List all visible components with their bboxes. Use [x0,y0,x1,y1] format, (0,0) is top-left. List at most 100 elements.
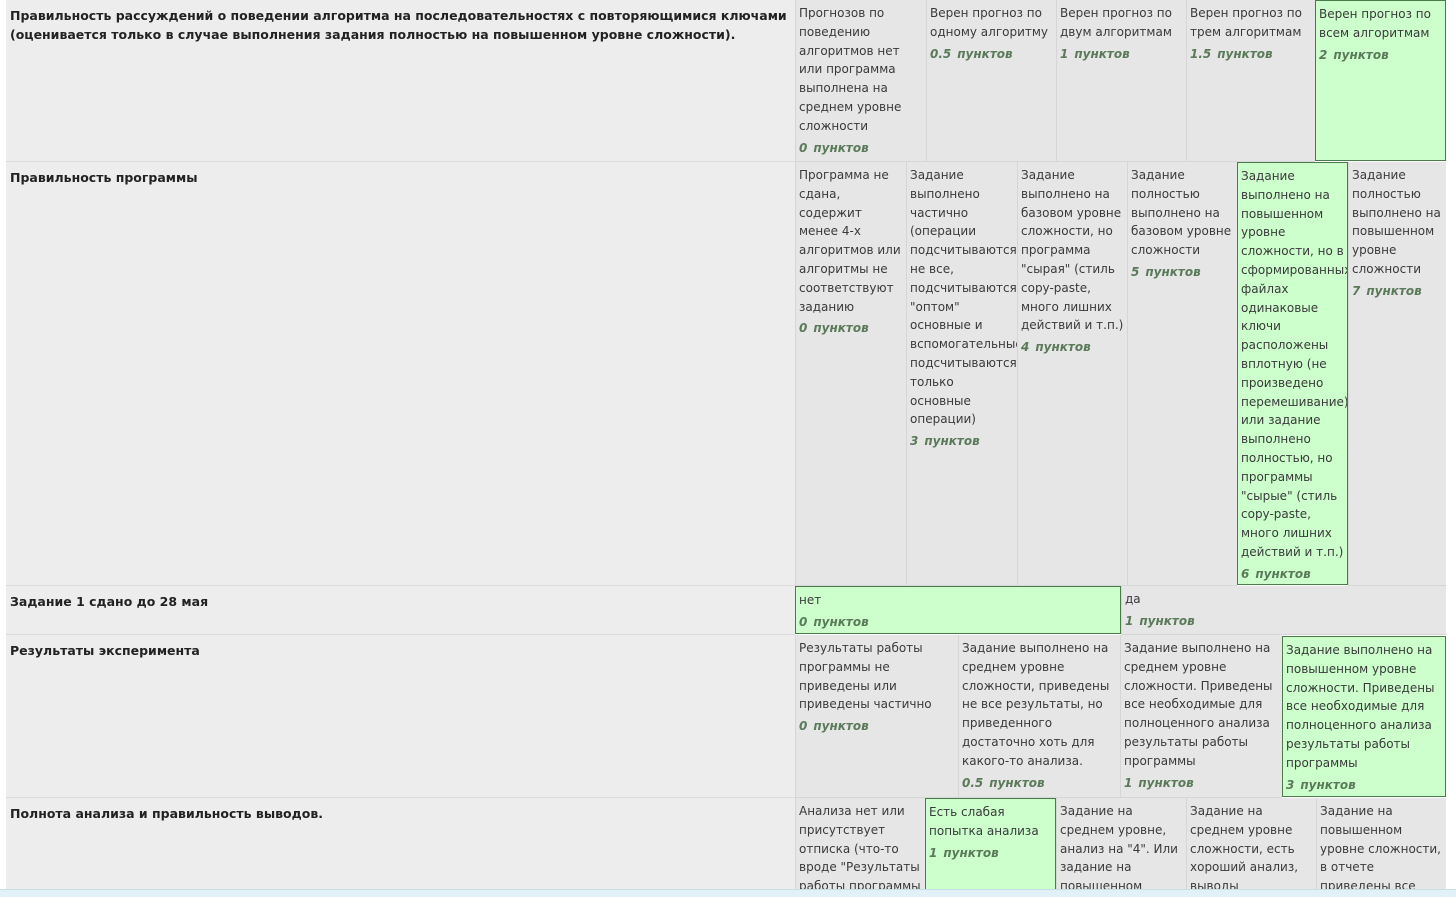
points-value: 1 [929,845,938,860]
level-points: 3 пунктов [910,432,1014,451]
level-points: 1 пунктов [1125,612,1443,631]
level-description: Задание выполнено на повышенном уровне с… [1241,169,1348,559]
criterion-experiment-results: Результаты эксперимента [6,635,795,798]
points-unit: пунктов [1255,566,1311,581]
level-description: Программа не сдана, содержит менее 4-х а… [799,168,901,314]
level-points: 0.5 пунктов [930,45,1053,64]
points-unit: пунктов [1074,46,1130,61]
points-value: 0.5 [930,46,952,61]
level-description: Задание выполнено на среднем уровне слож… [962,641,1110,768]
points-unit: пунктов [1139,613,1195,628]
level-points: 1 пунктов [1124,774,1279,793]
level-option[interactable]: Прогнозов по поведению алгоритмов нет ил… [795,0,926,162]
level-description: Задание на среднем уровне, анализ на "4"… [1060,804,1178,890]
points-value: 0 [799,140,808,155]
points-unit: пунктов [1366,283,1422,298]
points-value: 3 [1286,777,1295,792]
level-description: да [1125,592,1141,606]
level-option[interactable]: Задание выполнено на базовом уровне слож… [1017,162,1127,586]
points-unit: пунктов [943,845,999,860]
level-option[interactable]: да 1 пунктов [1121,586,1446,635]
level-option-selected[interactable]: Есть слабая попытка анализа 1 пунктов [925,798,1056,890]
points-value: 0.5 [962,775,984,790]
points-unit: пунктов [957,46,1013,61]
points-value: 3 [910,434,919,449]
level-description: нет [799,593,822,607]
points-value: 2 [1319,47,1328,62]
level-option[interactable]: Задание на повышенном уровне сложности, … [1316,798,1446,890]
points-value: 1.5 [1190,46,1212,61]
points-value: 7 [1352,283,1361,298]
level-option[interactable]: Задание выполнено на среднем уровне слож… [1120,635,1282,798]
level-option[interactable]: Программа не сдана, содержит менее 4-х а… [795,162,906,586]
level-points: 0 пунктов [799,139,923,158]
criterion-title: Задание 1 сдано до 28 мая [10,594,209,609]
level-points: 1 пунктов [929,844,1052,863]
level-option[interactable]: Задание выполнено частично (операции под… [906,162,1017,586]
points-value: 1 [1060,46,1069,61]
level-description: Верен прогноз по двум алгоритмам [1060,6,1172,39]
level-option[interactable]: Верен прогноз по двум алгоритмам 1 пункто… [1056,0,1186,162]
level-points: 1.5 пунктов [1190,45,1312,64]
level-option[interactable]: Задание полностью выполнено на повышенно… [1348,162,1446,586]
level-description: Задание полностью выполнено на базовом у… [1131,168,1232,258]
points-value: 1 [1125,613,1134,628]
level-description: Анализа нет или присутствует отписка (чт… [799,804,921,890]
points-unit: пунктов [989,775,1045,790]
level-description: Задание на повышенном уровне сложности, … [1320,804,1441,890]
criterion-title: Результаты эксперимента [10,643,200,658]
points-unit: пунктов [1217,46,1273,61]
level-option-selected[interactable]: Задание выполнено на повышенном уровне с… [1237,162,1348,585]
points-unit: пунктов [1035,340,1091,355]
level-option[interactable]: Задание полностью выполнено на базовом у… [1127,162,1237,586]
points-value: 6 [1241,566,1250,581]
points-unit: пунктов [813,719,869,734]
level-points: 0 пунктов [799,319,903,338]
level-description: Верен прогноз по трем алгоритмам [1190,6,1302,39]
points-unit: пунктов [813,140,869,155]
level-points: 6 пунктов [1241,565,1344,584]
level-description: Задание полностью выполнено на повышенно… [1352,168,1441,276]
criterion-title: Правильность рассуждений о поведении алг… [10,8,787,42]
level-description: Верен прогноз по всем алгоритмам [1319,7,1431,40]
criterion-program-correctness: Правильность программы [6,162,795,586]
level-points: 0.5 пунктов [962,774,1117,793]
level-description: Задание на среднем уровне сложности, ест… [1190,804,1299,890]
points-unit: пунктов [924,434,980,449]
points-value: 0 [799,321,808,336]
level-option[interactable]: Верен прогноз по одному алгоритму 0.5 пун… [926,0,1056,162]
level-points: 0 пунктов [799,717,955,736]
points-unit: пунктов [1138,775,1194,790]
level-description: Результаты работы программы не приведены… [799,641,932,712]
criterion-title: Полнота анализа и правильность выводов. [10,806,323,821]
level-points: 1 пунктов [1060,45,1183,64]
level-points: 3 пунктов [1286,776,1442,795]
level-points: 5 пунктов [1131,263,1234,282]
points-value: 0 [799,614,808,629]
points-unit: пунктов [813,614,869,629]
points-unit: пунктов [1145,264,1201,279]
level-option[interactable]: Задание на среднем уровне сложности, ест… [1186,798,1316,890]
criterion-reasoning: Правильность рассуждений о поведении алг… [6,0,795,162]
level-option[interactable]: Анализа нет или присутствует отписка (чт… [795,798,925,890]
level-points: 7 пунктов [1352,282,1443,301]
level-option[interactable]: Результаты работы программы не приведены… [795,635,958,798]
level-description: Задание выполнено частично (операции под… [910,168,1017,427]
level-option[interactable]: Задание выполнено на среднем уровне слож… [958,635,1120,798]
level-points: 0 пунктов [799,613,1117,632]
criterion-analysis: Полнота анализа и правильность выводов. [6,798,795,890]
level-option-selected[interactable]: Задание выполнено на повышенном уровне с… [1282,636,1446,797]
grading-rubric: Правильность рассуждений о поведении алг… [0,0,1456,897]
level-description: Прогнозов по поведению алгоритмов нет ил… [799,6,902,133]
points-value: 4 [1021,340,1030,355]
level-option[interactable]: Задание на среднем уровне, анализ на "4"… [1056,798,1186,890]
level-option-selected[interactable]: нет 0 пунктов [795,586,1121,634]
level-points: 4 пунктов [1021,338,1124,357]
points-unit: пунктов [1333,47,1389,62]
level-description: Верен прогноз по одному алгоритму [930,6,1049,39]
level-description: Задание выполнено на повышенном уровне с… [1286,643,1435,770]
level-option[interactable]: Верен прогноз по трем алгоритмам 1.5 пунк… [1186,0,1315,162]
level-option-selected[interactable]: Верен прогноз по всем алгоритмам 2 пункто… [1315,0,1446,161]
points-value: 1 [1124,775,1133,790]
level-description: Задание выполнено на базовом уровне слож… [1021,168,1124,333]
